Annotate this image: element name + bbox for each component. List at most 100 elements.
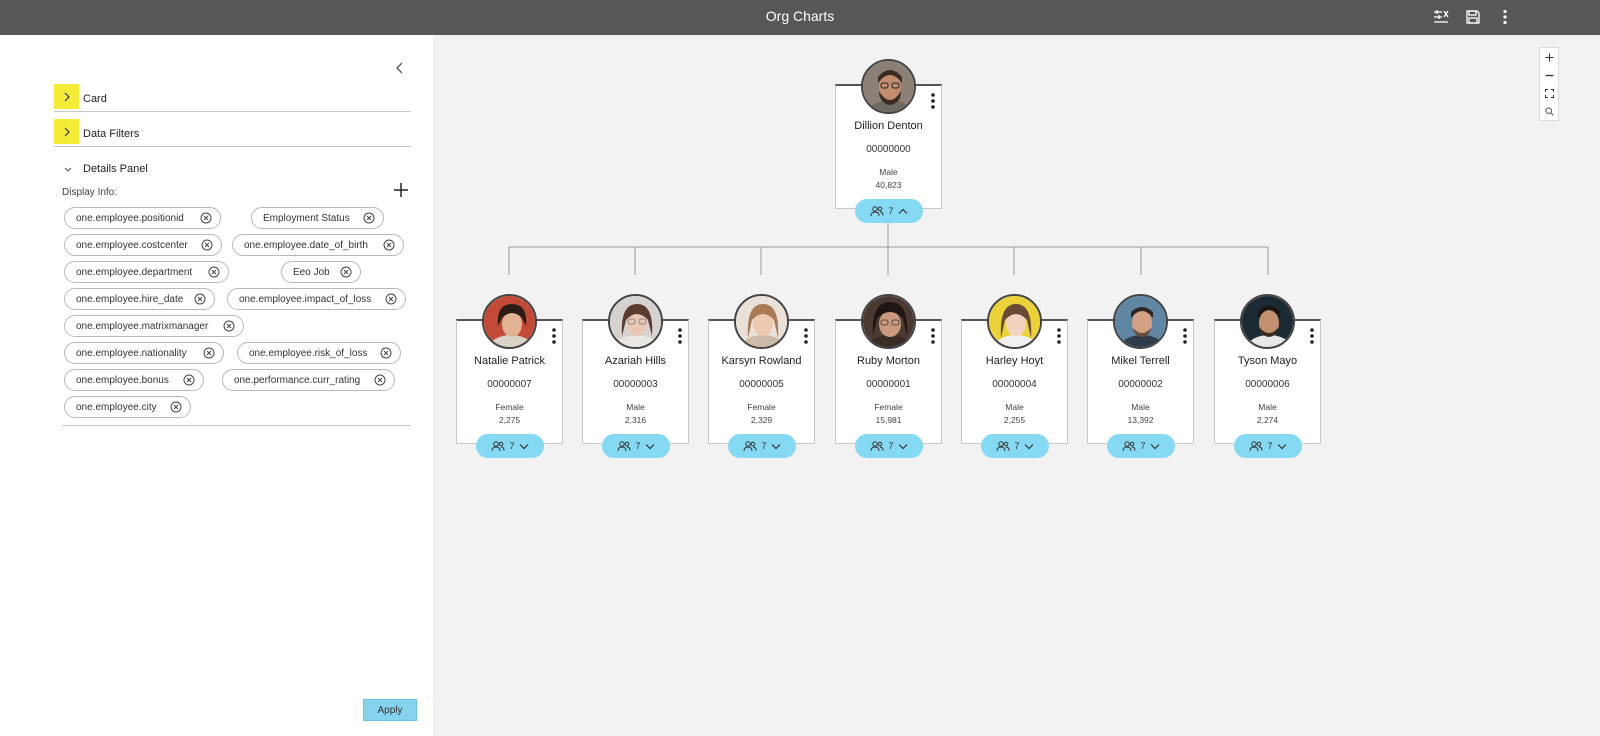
employee-gender: Female — [874, 402, 903, 412]
reports-count: 7 — [888, 441, 894, 451]
reports-toggle[interactable]: 7 — [1234, 434, 1302, 458]
remove-chip-icon[interactable] — [194, 293, 206, 305]
org-card-root[interactable]: Dillion Denton 00000000 Male 40,823 7 — [835, 59, 942, 223]
org-card[interactable]: Natalie Patrick 00000007 Female 2,275 7 — [456, 294, 563, 458]
remove-chip-icon[interactable] — [380, 347, 392, 359]
remove-chip-icon[interactable] — [385, 293, 397, 305]
avatar — [861, 59, 916, 114]
display-info-chip: one.employee.impact_of_loss — [227, 288, 406, 310]
remove-chip-icon[interactable] — [201, 239, 213, 251]
display-info-label: Display Info: — [62, 187, 118, 198]
display-info-chip: one.employee.date_of_birth — [232, 234, 404, 256]
employee-id: 00000004 — [992, 379, 1037, 390]
remove-chip-icon[interactable] — [383, 239, 395, 251]
save-icon[interactable] — [1462, 6, 1484, 28]
employee-gender: Male — [879, 167, 898, 177]
display-info-chip: one.employee.city — [64, 396, 191, 418]
divider — [62, 425, 411, 426]
employee-id: 00000003 — [613, 379, 658, 390]
chevron-down-icon — [64, 167, 72, 172]
reports-toggle[interactable]: 7 — [981, 434, 1049, 458]
card-menu-icon[interactable] — [675, 327, 685, 345]
settings-panel: Card Data Filters Details Panel Display … — [0, 35, 433, 736]
remove-chip-icon[interactable] — [340, 266, 352, 278]
display-info-chip: one.employee.hire_date — [64, 288, 215, 310]
employee-id: 00000006 — [1245, 379, 1290, 390]
apply-button[interactable]: Apply — [363, 699, 417, 721]
avatar — [482, 294, 537, 349]
chevron-down-icon — [1150, 443, 1159, 449]
section-data-filters[interactable]: Data Filters — [54, 119, 411, 147]
employee-name: Karsyn Rowland — [721, 355, 802, 367]
employee-name: Tyson Mayo — [1237, 355, 1298, 367]
remove-chip-icon[interactable] — [203, 347, 215, 359]
display-info-chip: one.performance.curr_rating — [222, 369, 395, 391]
card-menu-icon[interactable] — [1307, 327, 1317, 345]
remove-chip-icon[interactable] — [208, 266, 220, 278]
reports-toggle[interactable]: 7 — [855, 199, 923, 223]
employee-id: 00000005 — [739, 379, 784, 390]
employee-count: 2,316 — [624, 415, 647, 425]
section-data-filters-label: Data Filters — [83, 128, 140, 140]
chevron-up-icon — [898, 208, 907, 214]
reports-count: 7 — [761, 441, 767, 451]
people-icon — [996, 440, 1010, 451]
chevron-down-icon — [1277, 443, 1286, 449]
org-card[interactable]: Mikel Terrell 00000002 Male 13,392 7 — [1087, 294, 1194, 458]
app-header: Org Charts — [0, 0, 1600, 35]
reports-toggle[interactable]: 7 — [602, 434, 670, 458]
org-card[interactable]: Harley Hoyt 00000004 Male 2,255 7 — [961, 294, 1068, 458]
avatar — [1240, 294, 1295, 349]
org-chart-canvas[interactable]: Dillion Denton 00000000 Male 40,823 7 Na… — [433, 35, 1600, 736]
card-menu-icon[interactable] — [801, 327, 811, 345]
employee-name: Natalie Patrick — [474, 355, 545, 367]
employee-name: Ruby Morton — [857, 355, 920, 367]
chevron-right-icon — [54, 119, 79, 144]
add-icon[interactable] — [393, 182, 409, 198]
remove-chip-icon[interactable] — [183, 374, 195, 386]
employee-name: Azariah Hills — [604, 355, 667, 367]
reports-toggle[interactable]: 7 — [476, 434, 544, 458]
card-menu-icon[interactable] — [1180, 327, 1190, 345]
chevron-down-icon — [1024, 443, 1033, 449]
chevron-down-icon — [898, 443, 907, 449]
employee-gender: Male — [1258, 402, 1277, 412]
org-card[interactable]: Tyson Mayo 00000006 Male 2,274 7 — [1214, 294, 1321, 458]
employee-gender: Male — [626, 402, 645, 412]
remove-chip-icon[interactable] — [223, 320, 235, 332]
employee-name: Harley Hoyt — [985, 355, 1044, 367]
reports-toggle[interactable]: 7 — [855, 434, 923, 458]
display-info-chip: one.employee.department — [64, 261, 229, 283]
reports-count: 7 — [1267, 441, 1273, 451]
reports-toggle[interactable]: 7 — [1107, 434, 1175, 458]
reports-count: 7 — [1014, 441, 1020, 451]
chevron-right-icon — [54, 84, 79, 109]
remove-chip-icon[interactable] — [374, 374, 386, 386]
people-icon — [617, 440, 631, 451]
org-card[interactable]: Karsyn Rowland 00000005 Female 2,329 7 — [708, 294, 815, 458]
section-details-panel[interactable]: Details Panel — [62, 162, 411, 182]
card-menu-icon[interactable] — [1054, 327, 1064, 345]
reports-toggle[interactable]: 7 — [728, 434, 796, 458]
filter-settings-icon[interactable] — [1430, 6, 1452, 28]
chevron-down-icon — [771, 443, 780, 449]
more-vert-icon[interactable] — [1494, 6, 1516, 28]
reports-count: 7 — [1140, 441, 1146, 451]
org-card[interactable]: Ruby Morton 00000001 Female 15,981 7 — [835, 294, 942, 458]
remove-chip-icon[interactable] — [170, 401, 182, 413]
display-info-chip: one.employee.nationality — [64, 342, 224, 364]
card-menu-icon[interactable] — [928, 92, 938, 110]
card-menu-icon[interactable] — [928, 327, 938, 345]
people-icon — [743, 440, 757, 451]
employee-gender: Female — [495, 402, 524, 412]
people-icon — [491, 440, 505, 451]
org-card[interactable]: Azariah Hills 00000003 Male 2,316 7 — [582, 294, 689, 458]
employee-id: 00000007 — [487, 379, 532, 390]
remove-chip-icon[interactable] — [200, 212, 212, 224]
employee-count: 2,274 — [1256, 415, 1279, 425]
card-menu-icon[interactable] — [549, 327, 559, 345]
remove-chip-icon[interactable] — [363, 212, 375, 224]
collapse-panel-button[interactable] — [391, 59, 409, 77]
employee-gender: Female — [747, 402, 776, 412]
section-card[interactable]: Card — [54, 84, 411, 112]
